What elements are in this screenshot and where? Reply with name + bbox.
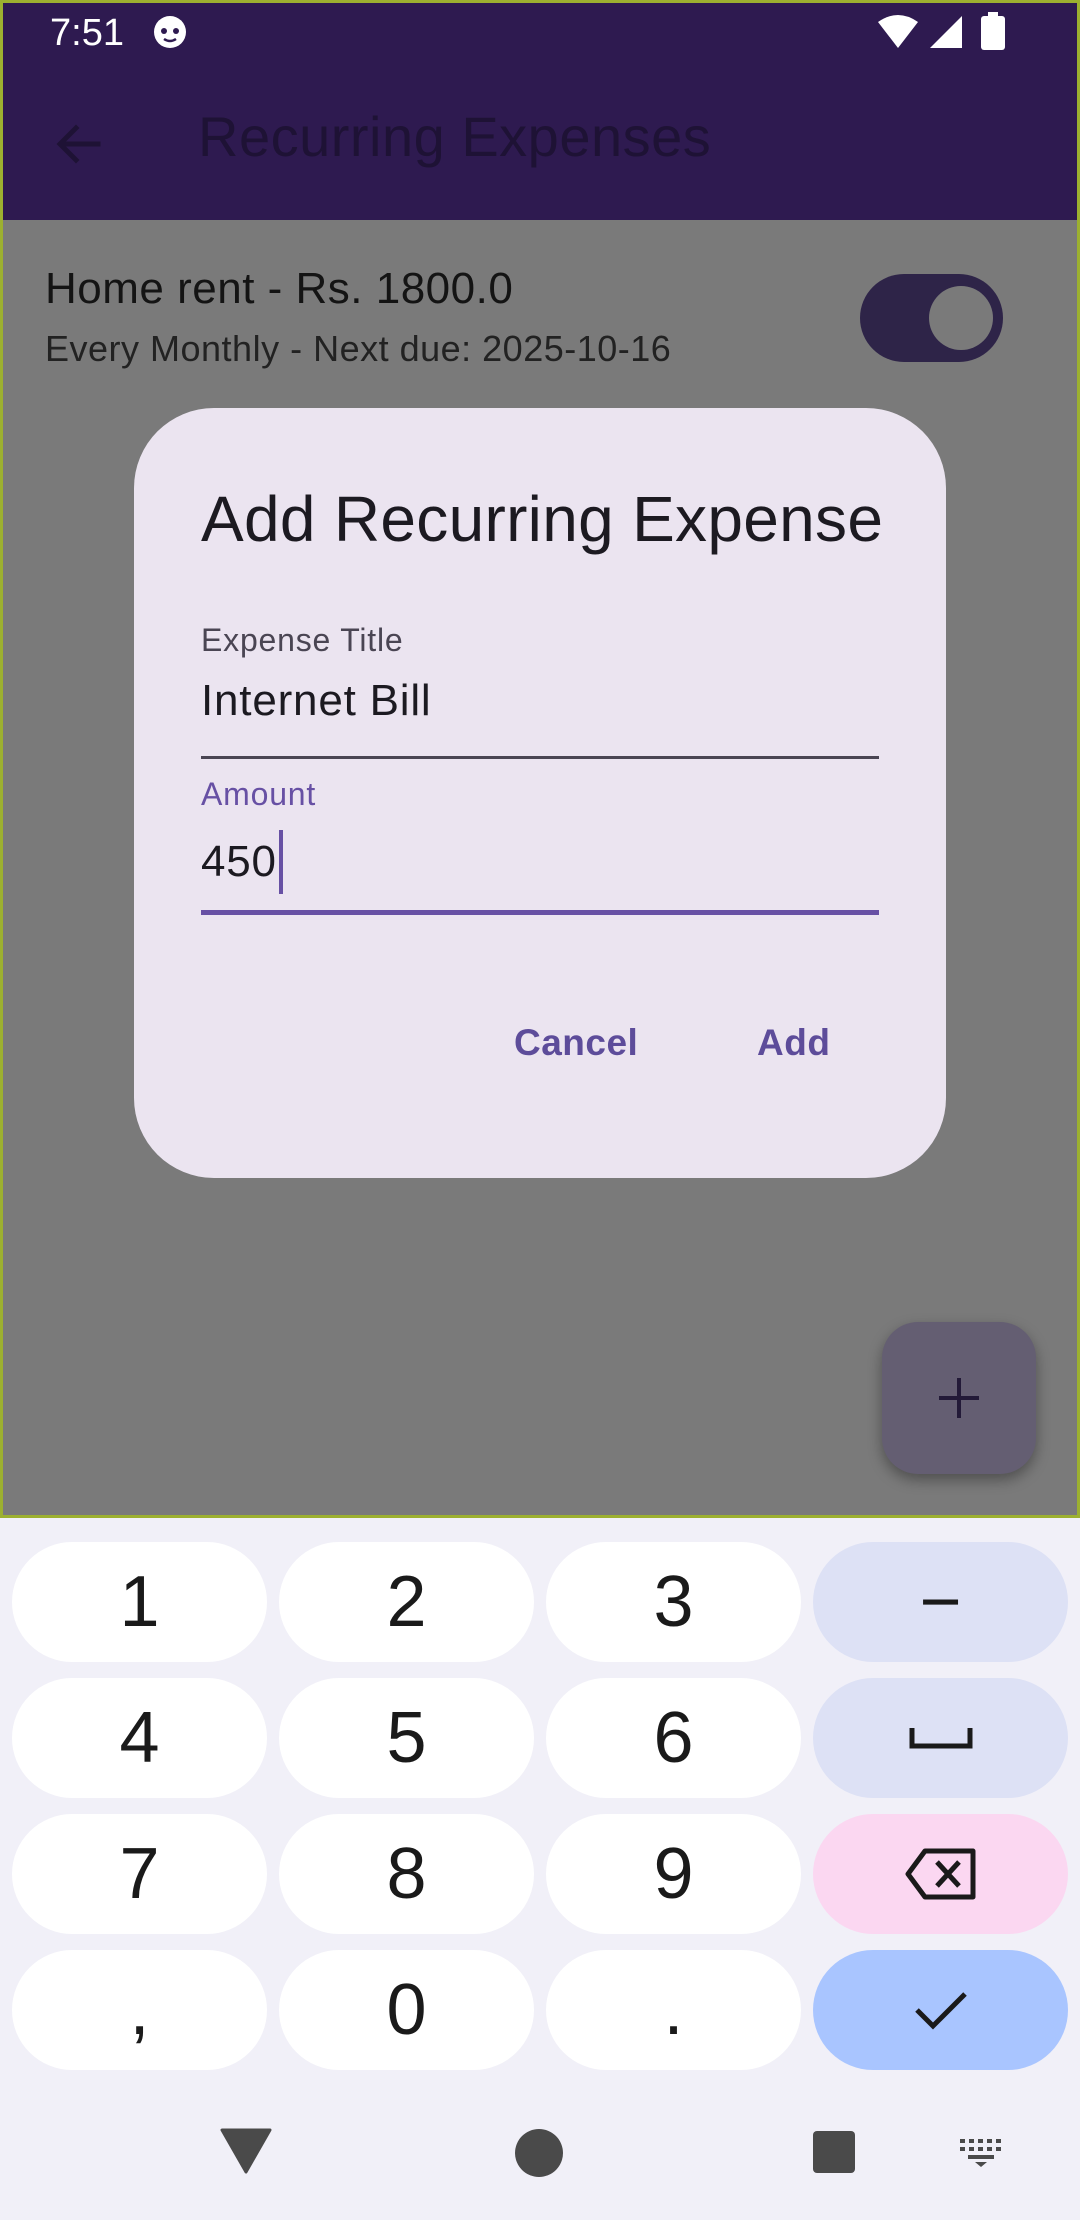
battery-icon (981, 12, 1005, 50)
check-icon (914, 1992, 967, 2030)
expense-title-underline (201, 756, 879, 759)
cancel-button[interactable]: Cancel (514, 1022, 638, 1064)
expense-schedule: Every Monthly - Next due: 2025-10-16 (45, 328, 672, 369)
key-5[interactable]: 5 (279, 1678, 534, 1798)
key-8[interactable]: 8 (279, 1814, 534, 1934)
key-4[interactable]: 4 (12, 1678, 267, 1798)
expense-title-label: Expense Title (201, 622, 404, 658)
key-backspace[interactable] (813, 1814, 1068, 1934)
dialog-title: Add Recurring Expense (201, 483, 884, 555)
add-recurring-expense-dialog: Add Recurring Expense Expense Title Inte… (134, 408, 946, 1178)
plus-icon (939, 1378, 979, 1418)
key-0[interactable]: 0 (279, 1950, 534, 2070)
key-done[interactable] (813, 1950, 1068, 2070)
key-2[interactable]: 2 (279, 1542, 534, 1662)
status-time: 7:51 (50, 12, 124, 54)
system-nav-bar (0, 2076, 1080, 2220)
key-period[interactable]: . (546, 1950, 801, 2070)
back-button[interactable] (44, 110, 112, 178)
nav-back-icon[interactable] (220, 2128, 272, 2174)
app-notification-icon (154, 16, 186, 48)
signal-icon (930, 16, 962, 48)
page-title: Recurring Expenses (198, 105, 712, 168)
key-3[interactable]: 3 (546, 1542, 801, 1662)
status-bar: 7:51 (0, 0, 1080, 66)
key-9[interactable]: 9 (546, 1814, 801, 1934)
key-1[interactable]: 1 (12, 1542, 267, 1662)
key-space[interactable] (813, 1678, 1068, 1798)
nav-home-icon[interactable] (514, 2128, 564, 2178)
text-cursor (278, 830, 283, 894)
amount-label: Amount (201, 776, 317, 812)
backspace-icon (905, 1848, 975, 1900)
amount-field[interactable]: 450 (201, 830, 283, 894)
toggle-knob (929, 286, 993, 350)
key-7[interactable]: 7 (12, 1814, 267, 1934)
space-icon (909, 1728, 972, 1749)
expense-title: Home rent - Rs. 1800.0 (45, 264, 514, 313)
expense-title-field[interactable]: Internet Bill (201, 676, 432, 726)
key-comma[interactable]: , (12, 1950, 267, 2070)
add-button[interactable]: Add (757, 1022, 830, 1064)
app-bar: Recurring Expenses (0, 66, 1080, 220)
amount-underline (201, 910, 879, 915)
amount-value: 450 (201, 837, 277, 886)
add-expense-fab[interactable] (882, 1322, 1036, 1474)
arrow-back-icon (56, 124, 101, 164)
wifi-icon (878, 15, 918, 48)
list-item[interactable]: Home rent - Rs. 1800.0 Every Monthly - N… (0, 220, 1080, 390)
keyboard-hide-icon[interactable] (958, 2136, 1004, 2168)
active-toggle[interactable] (860, 274, 1003, 362)
key-6[interactable]: 6 (546, 1678, 801, 1798)
nav-recents-icon[interactable] (812, 2130, 856, 2174)
key-minus[interactable]: − (813, 1542, 1068, 1662)
